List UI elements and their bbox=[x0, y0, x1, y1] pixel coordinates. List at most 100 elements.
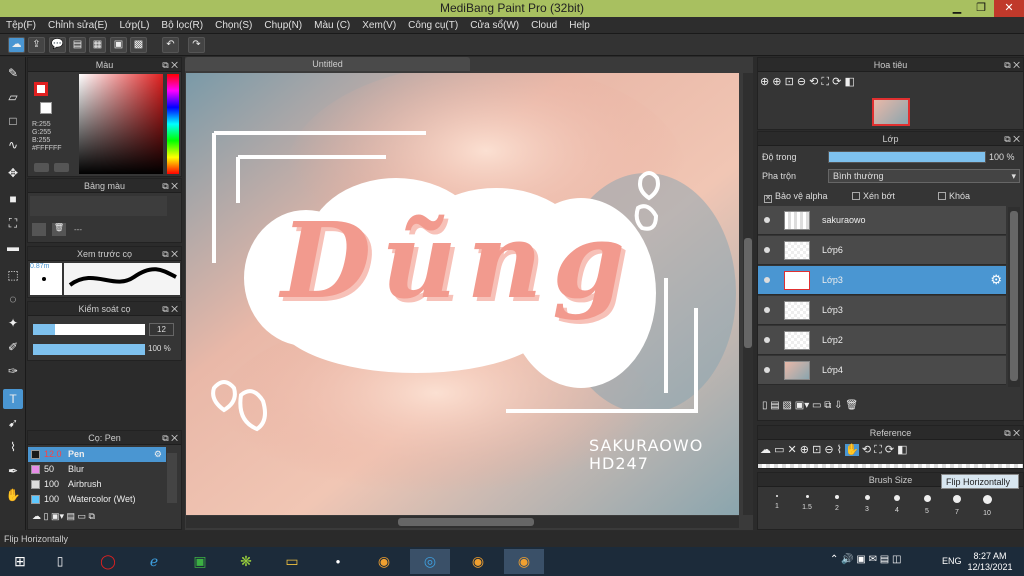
magic-wand-icon[interactable]: ✦ bbox=[3, 313, 23, 333]
visibility-icon[interactable] bbox=[764, 217, 770, 223]
grid-icon[interactable]: ▩ bbox=[130, 37, 147, 53]
upload-icon[interactable]: ⇪ bbox=[28, 37, 45, 53]
zoom-fit-icon[interactable]: ⊕ bbox=[760, 76, 772, 88]
zoom-in-icon[interactable]: ⊕ bbox=[772, 76, 784, 88]
visibility-icon[interactable] bbox=[764, 367, 770, 373]
comment-icon[interactable]: ▤ bbox=[69, 37, 86, 53]
close-icon[interactable]: ⧉ ✕ bbox=[162, 58, 178, 72]
edge-icon[interactable]: ℯ bbox=[134, 549, 174, 574]
duplicate-icon[interactable]: ⧉ bbox=[89, 511, 95, 521]
panel-icon[interactable]: ▣ bbox=[110, 37, 127, 53]
lock-checkbox[interactable]: Khóa bbox=[938, 191, 970, 201]
page-icon[interactable]: ▦ bbox=[89, 37, 106, 53]
visibility-icon[interactable] bbox=[764, 337, 770, 343]
bucket-tool-icon[interactable]: ⛶ bbox=[3, 213, 23, 233]
flip-icon[interactable]: ◧ bbox=[844, 76, 854, 88]
undo-icon[interactable]: ↶ bbox=[162, 37, 179, 53]
layer-scrollbar[interactable] bbox=[1008, 207, 1020, 387]
menu-tools[interactable]: Công cụ(T) bbox=[402, 17, 464, 34]
menu-edit[interactable]: Chỉnh sửa(E) bbox=[42, 17, 114, 34]
canvas-horizontal-scrollbar[interactable] bbox=[186, 516, 739, 528]
eyedropper-icon[interactable]: ⌇ bbox=[3, 437, 23, 457]
brush-size-option[interactable]: 10 bbox=[972, 495, 1002, 517]
close-icon[interactable]: ⧉ ✕ bbox=[1004, 426, 1020, 440]
ref-fit-window-icon[interactable]: ⛶ bbox=[874, 444, 885, 456]
add-layer-menu-icon[interactable]: ▣▾ bbox=[795, 400, 812, 411]
delete-layer-icon[interactable]: 🗑 bbox=[845, 400, 858, 411]
close-icon[interactable]: ⧉ ✕ bbox=[162, 247, 178, 261]
visibility-icon[interactable] bbox=[764, 277, 770, 283]
menu-help[interactable]: Help bbox=[563, 17, 596, 34]
brush-size-slider[interactable] bbox=[33, 324, 145, 335]
fit-icon[interactable]: ⛶ bbox=[821, 76, 832, 88]
reset-icon[interactable]: ⟳ bbox=[832, 76, 844, 88]
layer-row[interactable]: Lớp6 bbox=[758, 236, 1006, 265]
redo-icon[interactable]: ↷ bbox=[188, 37, 205, 53]
ref-zoom-in-icon[interactable]: ⊕ bbox=[800, 444, 812, 456]
menu-window[interactable]: Cửa sổ(W) bbox=[464, 17, 525, 34]
cloud-brush-icon[interactable]: ☁ bbox=[32, 511, 44, 521]
brush-list-item[interactable]: 100 Airbrush bbox=[28, 477, 166, 492]
gear-icon[interactable]: ⚙ bbox=[990, 272, 1002, 288]
layer-opacity-slider[interactable] bbox=[828, 151, 986, 163]
visibility-icon[interactable] bbox=[764, 247, 770, 253]
color-picker-field[interactable] bbox=[79, 74, 163, 174]
ref-fit-icon[interactable]: ⊡ bbox=[812, 444, 824, 456]
operation-tool-icon[interactable]: ➹ bbox=[3, 413, 23, 433]
pen-tool-icon[interactable]: ✒ bbox=[3, 461, 23, 481]
brush-size-option[interactable]: 1 bbox=[762, 495, 792, 510]
menu-filter[interactable]: Bộ lọc(R) bbox=[155, 17, 209, 34]
zoom-out-icon[interactable]: ⊖ bbox=[797, 76, 809, 88]
flip-horizontal-icon[interactable]: ◧ bbox=[897, 444, 907, 456]
chrome-icon[interactable]: ◉ bbox=[364, 549, 404, 574]
ref-eyedropper-icon[interactable]: ⌇ bbox=[837, 444, 845, 456]
chrome-profile-2-icon[interactable]: ◉ bbox=[504, 549, 544, 574]
brush-size-option[interactable]: 2 bbox=[822, 495, 852, 512]
palette-area[interactable] bbox=[30, 196, 167, 216]
brush-list-item[interactable]: 12.0 Pen ⚙ bbox=[28, 447, 166, 462]
brush-tool-icon[interactable]: ✎ bbox=[3, 63, 23, 83]
menu-view[interactable]: Xem(V) bbox=[356, 17, 402, 34]
canvas-vertical-scrollbar[interactable] bbox=[743, 73, 753, 515]
brush-size-value[interactable]: 12 bbox=[149, 323, 174, 336]
close-button[interactable]: ✕ bbox=[994, 0, 1024, 17]
ref-zoom-out-icon[interactable]: ⊖ bbox=[824, 444, 836, 456]
gear-icon[interactable]: ⚙ bbox=[154, 447, 162, 462]
opera-icon[interactable]: ◯ bbox=[88, 549, 128, 574]
select-eraser-icon[interactable]: ✑ bbox=[3, 361, 23, 381]
document-tab[interactable]: Untitled bbox=[185, 57, 470, 71]
file-explorer-icon[interactable]: ▭ bbox=[272, 549, 312, 574]
green-app-icon[interactable]: ❋ bbox=[226, 549, 266, 574]
menu-cloud[interactable]: Cloud bbox=[525, 17, 563, 34]
ref-rotate-left-icon[interactable]: ⟲ bbox=[859, 444, 874, 456]
navigator-thumbnail[interactable] bbox=[872, 98, 910, 126]
new-palette-icon[interactable] bbox=[32, 223, 46, 236]
medibang-icon[interactable]: ◎ bbox=[410, 549, 450, 574]
ref-hand-icon[interactable]: ✋ bbox=[845, 444, 859, 456]
new-brush-icon[interactable]: ▯ bbox=[44, 511, 51, 521]
blank-app-icon[interactable]: ▯ bbox=[40, 549, 80, 574]
windows-start-icon[interactable]: ⊞ bbox=[0, 549, 40, 574]
clock[interactable]: 8:27 AM 12/13/2021 bbox=[964, 551, 1016, 573]
brush-settings-icon[interactable]: ▣▾ bbox=[51, 511, 67, 521]
language-indicator[interactable]: ENG bbox=[942, 556, 962, 566]
close-icon[interactable]: ⧉ ✕ bbox=[162, 302, 178, 316]
brush-size-option[interactable]: 1.5 bbox=[792, 495, 822, 511]
color-mode-button-2[interactable] bbox=[54, 163, 69, 172]
rotate-icon[interactable]: ⟲ bbox=[809, 76, 821, 88]
brush-size-option[interactable]: 4 bbox=[882, 495, 912, 514]
foreground-color-swatch[interactable] bbox=[34, 82, 48, 96]
brush-size-option[interactable]: 3 bbox=[852, 495, 882, 513]
fill-shape-icon[interactable]: ■ bbox=[3, 189, 23, 209]
lasso-tool-icon[interactable]: ◌ bbox=[3, 289, 23, 309]
zoom-frame-icon[interactable]: ⊡ bbox=[785, 76, 797, 88]
select-pen-icon[interactable]: ✐ bbox=[3, 337, 23, 357]
speech-bubble-icon[interactable]: 💬 bbox=[49, 37, 66, 53]
brush-list-item[interactable]: 50 Blur bbox=[28, 462, 166, 477]
menu-select[interactable]: Chọn(S) bbox=[209, 17, 258, 34]
brush-doc-icon[interactable]: ▤ bbox=[67, 511, 78, 521]
background-color-swatch[interactable] bbox=[40, 102, 52, 114]
merge-down-icon[interactable]: ⇩ bbox=[834, 400, 845, 411]
brush-opacity-slider[interactable] bbox=[33, 344, 145, 355]
brush-list-item[interactable]: 100 Watercolor (Wet) bbox=[28, 492, 166, 507]
